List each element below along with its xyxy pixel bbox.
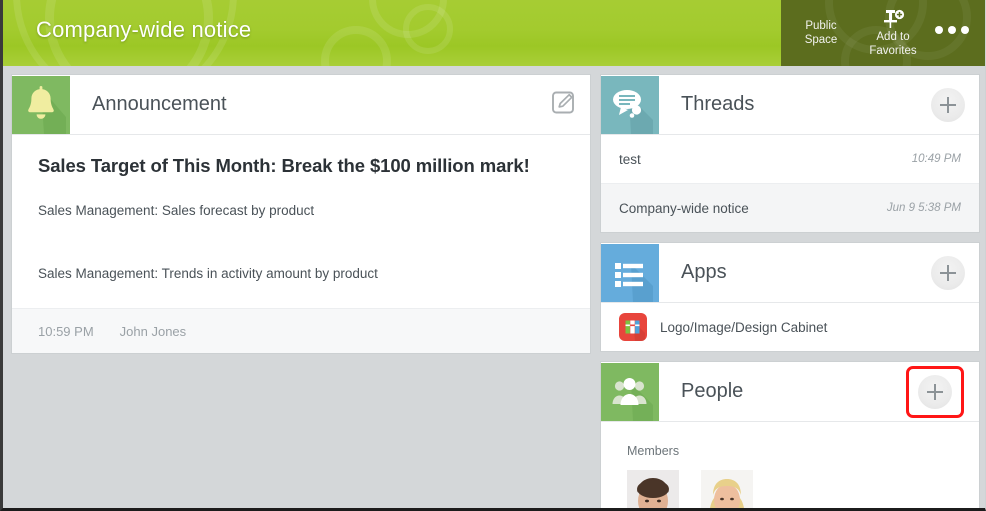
people-body: Members [601,422,979,508]
binders-app-icon [619,313,647,341]
thread-time: 10:49 PM [911,153,961,165]
add-to-favorites-button[interactable]: Add to Favorites [857,9,929,58]
ellipsis-icon-dot [961,26,969,34]
announcement-time: 10:59 PM [38,323,94,339]
page-title: Company-wide notice [36,17,252,42]
people-add-button[interactable] [906,365,964,418]
app-window: Company-wide notice Public Space Add to … [0,0,986,511]
app-row[interactable]: Logo/Image/Design Cabinet [601,303,979,351]
plus-icon [931,255,965,290]
add-to-favorites-label-line1: Add to [876,30,910,43]
edit-pencil-icon [552,91,574,113]
header-decor-circle [321,26,391,66]
apps-card: Apps Logo/Image/Design Cabinet [600,242,980,352]
header-actions: Public Space Add to Favorites [781,0,985,66]
ellipsis-icon-dot [935,26,943,34]
announcement-body-line: Sales Management: Sales forecast by prod… [38,203,315,218]
announcement-post-title: Sales Target of This Month: Break the $1… [38,155,530,176]
public-space-label-line2: Space [804,34,838,46]
plus-icon [918,374,952,409]
announcement-author: John Jones [119,323,187,339]
group-people-icon [601,362,659,421]
threads-card: Threads test 10:49 PM Company-wide notic… [600,74,980,233]
thread-row[interactable]: test 10:49 PM [601,135,979,184]
member-avatar[interactable] [701,470,753,508]
thread-row[interactable]: Company-wide notice Jun 9 5:38 PM [601,184,979,232]
threads-add-button[interactable] [931,87,965,122]
left-column: Announcement Sales Target of This Month:… [11,74,591,363]
add-to-favorites-label-line2: Favorites [869,44,917,57]
announcement-edit-button[interactable] [550,89,576,120]
apps-add-button[interactable] [931,255,965,290]
list-icon [601,243,659,302]
thread-time: Jun 9 5:38 PM [886,202,961,214]
people-card-title: People [681,380,744,402]
threads-list: test 10:49 PM Company-wide notice Jun 9 … [601,135,979,232]
right-column: Threads test 10:49 PM Company-wide notic… [600,74,980,508]
members-avatar-list [627,470,953,508]
announcement-card: Announcement Sales Target of This Month:… [11,74,591,354]
announcement-card-header: Announcement [12,75,590,135]
threads-card-title: Threads [681,93,755,115]
members-label: Members [627,444,680,458]
people-card: People Members [600,361,980,508]
header-decor-circle [403,4,453,54]
plus-icon [931,87,965,122]
public-space-button[interactable]: Public Space [793,19,849,47]
people-card-header: People [601,362,979,422]
thread-label: Company-wide notice [619,200,749,216]
apps-card-title: Apps [681,261,727,283]
announcement-footer: 10:59 PM John Jones [12,308,590,353]
app-label: Logo/Image/Design Cabinet [660,319,828,335]
public-space-label-line1: Public [805,20,837,32]
bell-icon [12,75,70,134]
announcement-card-title: Announcement [92,93,227,115]
content-area: Announcement Sales Target of This Month:… [3,66,985,508]
more-options-button[interactable] [935,26,969,34]
ellipsis-icon-dot [948,26,956,34]
announcement-body: Sales Target of This Month: Break the $1… [12,135,590,308]
speech-bubble-icon [601,75,659,134]
member-avatar[interactable] [627,470,679,508]
thread-label: test [619,151,641,167]
page-header: Company-wide notice Public Space Add to … [3,0,985,66]
header-decor-circle [369,0,447,38]
announcement-body-line: Sales Management: Trends in activity amo… [38,266,378,281]
pin-plus-icon [884,9,905,28]
apps-card-header: Apps [601,243,979,303]
apps-list: Logo/Image/Design Cabinet [601,303,979,351]
threads-card-header: Threads [601,75,979,135]
